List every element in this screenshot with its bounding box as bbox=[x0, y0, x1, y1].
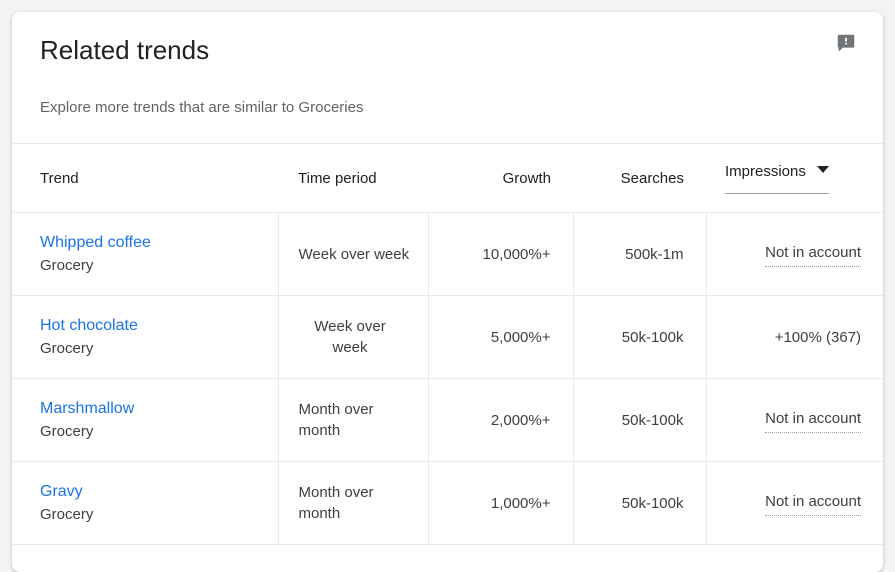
trend-category: Grocery bbox=[40, 339, 268, 359]
trend-link[interactable]: Marshmallow bbox=[40, 398, 268, 419]
cell-impressions: Not in account bbox=[706, 379, 883, 462]
cell-trend: Marshmallow Grocery bbox=[12, 379, 278, 462]
impressions-value[interactable]: Not in account bbox=[765, 408, 861, 433]
column-header-time-period[interactable]: Time period bbox=[278, 144, 428, 213]
table-body: Whipped coffee Grocery Week over week 10… bbox=[12, 213, 883, 545]
time-period-value: Month over month bbox=[299, 401, 374, 439]
column-header-trend-label: Trend bbox=[40, 170, 79, 187]
table-header: Trend Time period Growth Searches bbox=[12, 144, 883, 213]
column-header-growth-label: Growth bbox=[503, 170, 551, 187]
cell-time-period: Month over month bbox=[278, 379, 428, 462]
cell-impressions: +100% (367) bbox=[706, 296, 883, 379]
column-header-impressions[interactable]: Impressions bbox=[706, 144, 883, 213]
impressions-value[interactable]: Not in account bbox=[765, 491, 861, 516]
cell-growth: 5,000%+ bbox=[428, 296, 573, 379]
sort-control-impressions[interactable]: Impressions bbox=[725, 163, 829, 194]
cell-searches: 50k-100k bbox=[573, 462, 706, 545]
column-header-searches-label: Searches bbox=[621, 170, 684, 187]
cell-growth: 2,000%+ bbox=[428, 379, 573, 462]
time-period-value: Week over week bbox=[299, 246, 410, 263]
trend-link[interactable]: Whipped coffee bbox=[40, 232, 268, 253]
trend-category: Grocery bbox=[40, 422, 268, 442]
searches-value: 50k-100k bbox=[622, 412, 684, 429]
trend-category: Grocery bbox=[40, 256, 268, 276]
cell-trend: Hot chocolate Grocery bbox=[12, 296, 278, 379]
cell-time-period: Month over month bbox=[278, 462, 428, 545]
cell-trend: Whipped coffee Grocery bbox=[12, 213, 278, 296]
feedback-button[interactable] bbox=[832, 29, 860, 57]
searches-value: 50k-100k bbox=[622, 329, 684, 346]
card-subtitle: Explore more trends that are similar to … bbox=[40, 98, 855, 118]
table-row: Whipped coffee Grocery Week over week 10… bbox=[12, 213, 883, 296]
searches-value: 50k-100k bbox=[622, 495, 684, 512]
growth-value: 2,000%+ bbox=[491, 412, 551, 429]
feedback-comment-alert-icon bbox=[835, 32, 857, 54]
trend-category: Grocery bbox=[40, 505, 268, 525]
cell-growth: 10,000%+ bbox=[428, 213, 573, 296]
trend-link[interactable]: Hot chocolate bbox=[40, 315, 268, 336]
time-period-value: Week over week bbox=[314, 318, 385, 356]
cell-trend: Gravy Grocery bbox=[12, 462, 278, 545]
column-header-impressions-label: Impressions bbox=[725, 163, 806, 180]
cell-growth: 1,000%+ bbox=[428, 462, 573, 545]
table-header-row: Trend Time period Growth Searches bbox=[12, 144, 883, 213]
table-row: Marshmallow Grocery Month over month 2,0… bbox=[12, 379, 883, 462]
cell-time-period: Week over week bbox=[278, 213, 428, 296]
trends-table-container: Trend Time period Growth Searches bbox=[12, 143, 883, 545]
growth-value: 5,000%+ bbox=[491, 329, 551, 346]
table-row: Gravy Grocery Month over month 1,000%+ 5… bbox=[12, 462, 883, 545]
trend-link[interactable]: Gravy bbox=[40, 481, 268, 502]
table-row: Hot chocolate Grocery Week over week 5,0… bbox=[12, 296, 883, 379]
searches-value: 500k-1m bbox=[625, 246, 683, 263]
time-period-value: Month over month bbox=[299, 484, 374, 522]
growth-value: 10,000%+ bbox=[483, 246, 551, 263]
growth-value: 1,000%+ bbox=[491, 495, 551, 512]
column-header-searches[interactable]: Searches bbox=[573, 144, 706, 213]
column-header-time-period-label: Time period bbox=[298, 170, 377, 187]
column-header-trend[interactable]: Trend bbox=[12, 144, 278, 213]
cell-impressions: Not in account bbox=[706, 213, 883, 296]
cell-searches: 50k-100k bbox=[573, 379, 706, 462]
page-title: Related trends bbox=[40, 34, 855, 66]
column-header-growth[interactable]: Growth bbox=[428, 144, 573, 213]
card-header: Related trends Explore more trends that … bbox=[12, 12, 883, 118]
caret-down-icon bbox=[817, 166, 829, 173]
related-trends-card: Related trends Explore more trends that … bbox=[12, 12, 883, 572]
cell-searches: 500k-1m bbox=[573, 213, 706, 296]
cell-impressions: Not in account bbox=[706, 462, 883, 545]
cell-searches: 50k-100k bbox=[573, 296, 706, 379]
impressions-value[interactable]: Not in account bbox=[765, 242, 861, 267]
cell-time-period: Week over week bbox=[278, 296, 428, 379]
related-trends-table: Trend Time period Growth Searches bbox=[12, 144, 883, 545]
impressions-value: +100% (367) bbox=[775, 329, 861, 346]
